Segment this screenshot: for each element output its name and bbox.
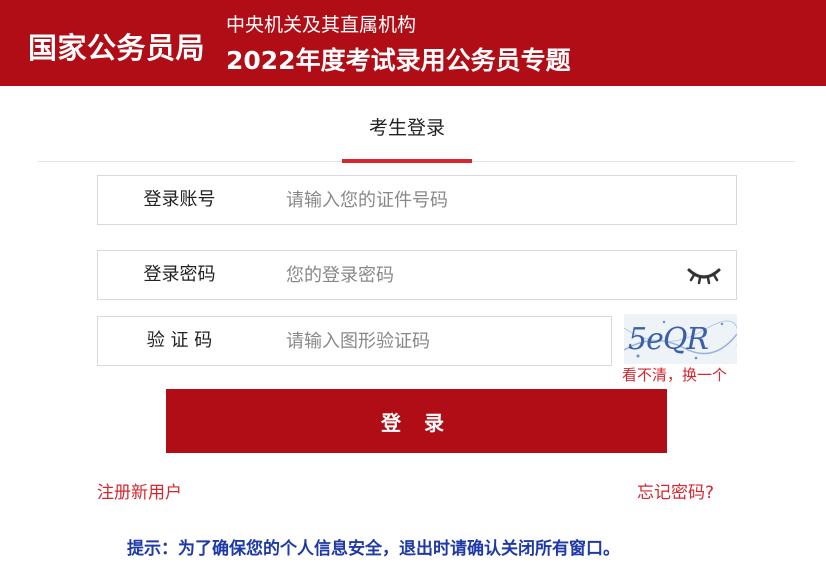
password-field-row: 登录密码 [97,250,737,300]
captcha-refresh-link[interactable]: 看不清，换一个 [622,364,727,385]
account-input[interactable] [286,176,716,224]
header-subtitle-line1: 中央机关及其直属机构 [226,14,417,36]
login-tabbar: 考生登录 [38,108,795,163]
account-field-row: 登录账号 [97,175,737,225]
tab-active-indicator [342,159,472,163]
brand-title: 国家公务员局 [28,31,206,65]
security-tip: 提示：为了确保您的个人信息安全，退出时请确认关闭所有窗口。 [127,539,620,559]
tab-label: 考生登录 [368,117,445,139]
register-link[interactable]: 注册新用户 [97,478,182,503]
captcha-image[interactable]: 5eQR [624,314,737,364]
forgot-password-link[interactable]: 忘记密码? [637,478,714,503]
captcha-input[interactable] [286,317,596,365]
captcha-label: 验 证 码 [146,330,213,351]
captcha-field-row: 验 证 码 [97,316,612,366]
header-subtitle-line2: 2022年度考试录用公务员专题 [226,46,571,75]
eye-closed-icon[interactable] [686,263,722,287]
password-label: 登录密码 [143,264,216,285]
account-label: 登录账号 [143,189,216,210]
captcha-text: 5eQR [628,322,709,357]
site-header: 国家公务员局 中央机关及其直属机构 2022年度考试录用公务员专题 [0,0,826,86]
password-input[interactable] [286,251,666,299]
tab-candidate-login[interactable]: 考生登录 [342,108,472,163]
login-button[interactable]: 登 录 [166,389,667,453]
